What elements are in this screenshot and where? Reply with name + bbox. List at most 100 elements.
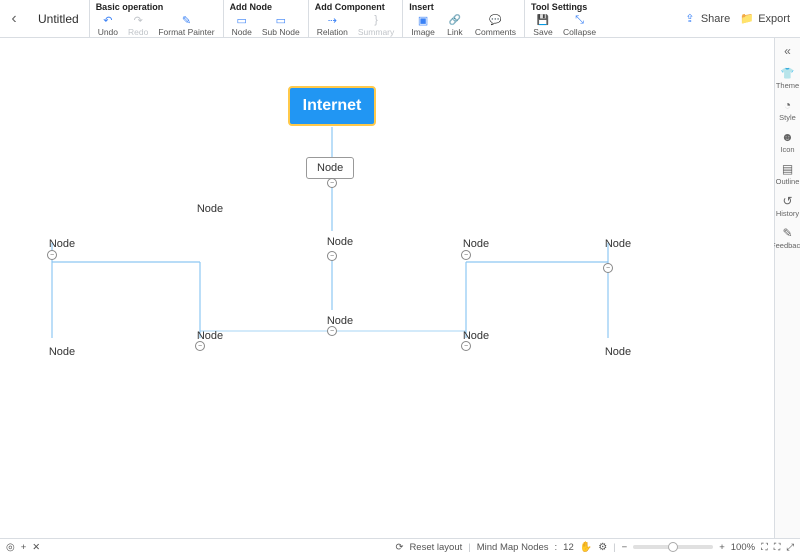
main-area: Internet Node − Node − Node − Node − Nod… bbox=[0, 38, 800, 538]
panel-collapse-toggle[interactable]: « bbox=[784, 44, 791, 58]
document-title[interactable]: Untitled bbox=[28, 0, 89, 37]
style-icon bbox=[784, 98, 791, 112]
panel-style[interactable]: Style bbox=[779, 98, 796, 122]
panel-theme[interactable]: Theme bbox=[776, 66, 799, 90]
save-button[interactable]: Save bbox=[531, 13, 555, 37]
redo-icon bbox=[134, 13, 143, 27]
insert-comment-button[interactable]: Comments bbox=[473, 13, 518, 37]
share-button[interactable]: Share bbox=[683, 12, 730, 26]
add-node-button[interactable]: Node bbox=[230, 13, 254, 37]
leaf-node[interactable]: Node bbox=[596, 341, 640, 363]
collapse-label: Collapse bbox=[563, 27, 596, 37]
child-node[interactable]: Node bbox=[306, 157, 354, 179]
relation-button[interactable]: Relation bbox=[315, 13, 350, 37]
redo-button[interactable]: Redo bbox=[126, 13, 150, 37]
share-icon bbox=[683, 12, 697, 26]
node-label: Node bbox=[49, 346, 75, 358]
right-panel: « Theme Style Icon Outline History Feedb… bbox=[774, 38, 800, 538]
feedback-icon bbox=[782, 226, 792, 240]
summary-label: Summary bbox=[358, 27, 394, 37]
subnode-label: Sub Node bbox=[262, 27, 300, 37]
group-add-component: Add Component Relation Summary bbox=[308, 0, 403, 37]
leaf-node[interactable]: Node bbox=[188, 198, 232, 220]
panel-icon[interactable]: Icon bbox=[780, 130, 794, 154]
panel-history[interactable]: History bbox=[776, 194, 799, 218]
add-page-button[interactable] bbox=[21, 542, 27, 553]
close-page-button[interactable] bbox=[32, 542, 40, 553]
insert-link-button[interactable]: Link bbox=[443, 13, 467, 37]
style-label: Style bbox=[779, 113, 796, 122]
subnode-icon bbox=[276, 13, 286, 27]
child-node[interactable]: Node bbox=[318, 310, 362, 332]
collapse-toggle[interactable]: − bbox=[327, 178, 337, 188]
image-icon bbox=[418, 13, 428, 27]
collapse-icon bbox=[575, 13, 584, 27]
collapse-toggle[interactable]: − bbox=[195, 341, 205, 351]
relation-icon bbox=[328, 13, 337, 27]
redo-label: Redo bbox=[128, 27, 148, 37]
undo-button[interactable]: Undo bbox=[96, 13, 120, 37]
root-node-label: Internet bbox=[303, 97, 362, 115]
node-label: Node bbox=[317, 162, 343, 174]
status-bar: Reset layout | Mind Map Nodes : 12 | − +… bbox=[0, 538, 800, 555]
fullscreen-button[interactable] bbox=[786, 542, 794, 553]
theme-label: Theme bbox=[776, 81, 799, 90]
recenter-button[interactable] bbox=[6, 542, 15, 553]
smile-icon bbox=[781, 130, 794, 144]
zoom-slider[interactable] bbox=[633, 545, 713, 549]
panel-outline[interactable]: Outline bbox=[776, 162, 800, 186]
group-title: Add Component bbox=[315, 2, 397, 12]
save-label: Save bbox=[533, 27, 552, 37]
collapse-toggle[interactable]: − bbox=[47, 250, 57, 260]
summary-button[interactable]: Summary bbox=[356, 13, 396, 37]
nodes-count-label: Mind Map Nodes bbox=[477, 542, 549, 553]
link-icon bbox=[449, 13, 461, 27]
insert-image-button[interactable]: Image bbox=[409, 13, 437, 37]
pan-mode-button[interactable] bbox=[580, 542, 592, 553]
undo-label: Undo bbox=[98, 27, 118, 37]
group-tool-settings: Tool Settings Save Collapse bbox=[524, 0, 604, 37]
fit-page-button[interactable] bbox=[761, 542, 768, 553]
format-painter-icon bbox=[182, 13, 191, 27]
mindmap-canvas[interactable]: Internet Node − Node − Node − Node − Nod… bbox=[0, 38, 774, 538]
image-label: Image bbox=[411, 27, 435, 37]
reset-layout-button[interactable]: Reset layout bbox=[409, 542, 462, 553]
feedback-label: Feedback bbox=[771, 241, 800, 250]
collapse-toggle[interactable]: − bbox=[461, 341, 471, 351]
node-label: Node bbox=[232, 27, 252, 37]
collapse-toggle[interactable]: − bbox=[603, 263, 613, 273]
collapse-toggle[interactable]: − bbox=[327, 326, 337, 336]
child-node[interactable]: Node bbox=[318, 231, 362, 253]
zoom-thumb[interactable] bbox=[668, 542, 678, 552]
toolbar-right: Share Export bbox=[683, 0, 800, 37]
zoom-out-button[interactable]: − bbox=[622, 542, 628, 553]
leaf-node[interactable]: Node bbox=[40, 341, 84, 363]
node-label: Node bbox=[49, 238, 75, 250]
collapse-button[interactable]: Collapse bbox=[561, 13, 598, 37]
export-icon bbox=[740, 12, 754, 26]
leaf-node[interactable]: Node bbox=[596, 233, 640, 255]
comments-label: Comments bbox=[475, 27, 516, 37]
nodes-count-value: 12 bbox=[563, 542, 574, 553]
export-button[interactable]: Export bbox=[740, 12, 790, 26]
group-insert: Insert Image Link Comments bbox=[402, 0, 524, 37]
fit-width-button[interactable] bbox=[774, 542, 781, 553]
settings-button[interactable] bbox=[598, 542, 607, 553]
undo-icon bbox=[103, 13, 112, 27]
format-painter-button[interactable]: Format Painter bbox=[156, 13, 216, 37]
zoom-percent[interactable]: 100% bbox=[731, 542, 755, 553]
collapse-toggle[interactable]: − bbox=[461, 250, 471, 260]
theme-icon bbox=[781, 66, 795, 80]
collapse-toggle[interactable]: − bbox=[327, 251, 337, 261]
history-label: History bbox=[776, 209, 799, 218]
root-node[interactable]: Internet bbox=[288, 86, 376, 126]
add-subnode-button[interactable]: Sub Node bbox=[260, 13, 302, 37]
group-title: Basic operation bbox=[96, 2, 217, 12]
history-icon bbox=[782, 194, 792, 208]
back-button[interactable] bbox=[0, 0, 28, 37]
node-label: Node bbox=[605, 238, 631, 250]
panel-feedback[interactable]: Feedback bbox=[771, 226, 800, 250]
save-icon bbox=[537, 13, 549, 27]
zoom-in-button[interactable]: + bbox=[719, 542, 725, 553]
group-title: Tool Settings bbox=[531, 2, 598, 12]
